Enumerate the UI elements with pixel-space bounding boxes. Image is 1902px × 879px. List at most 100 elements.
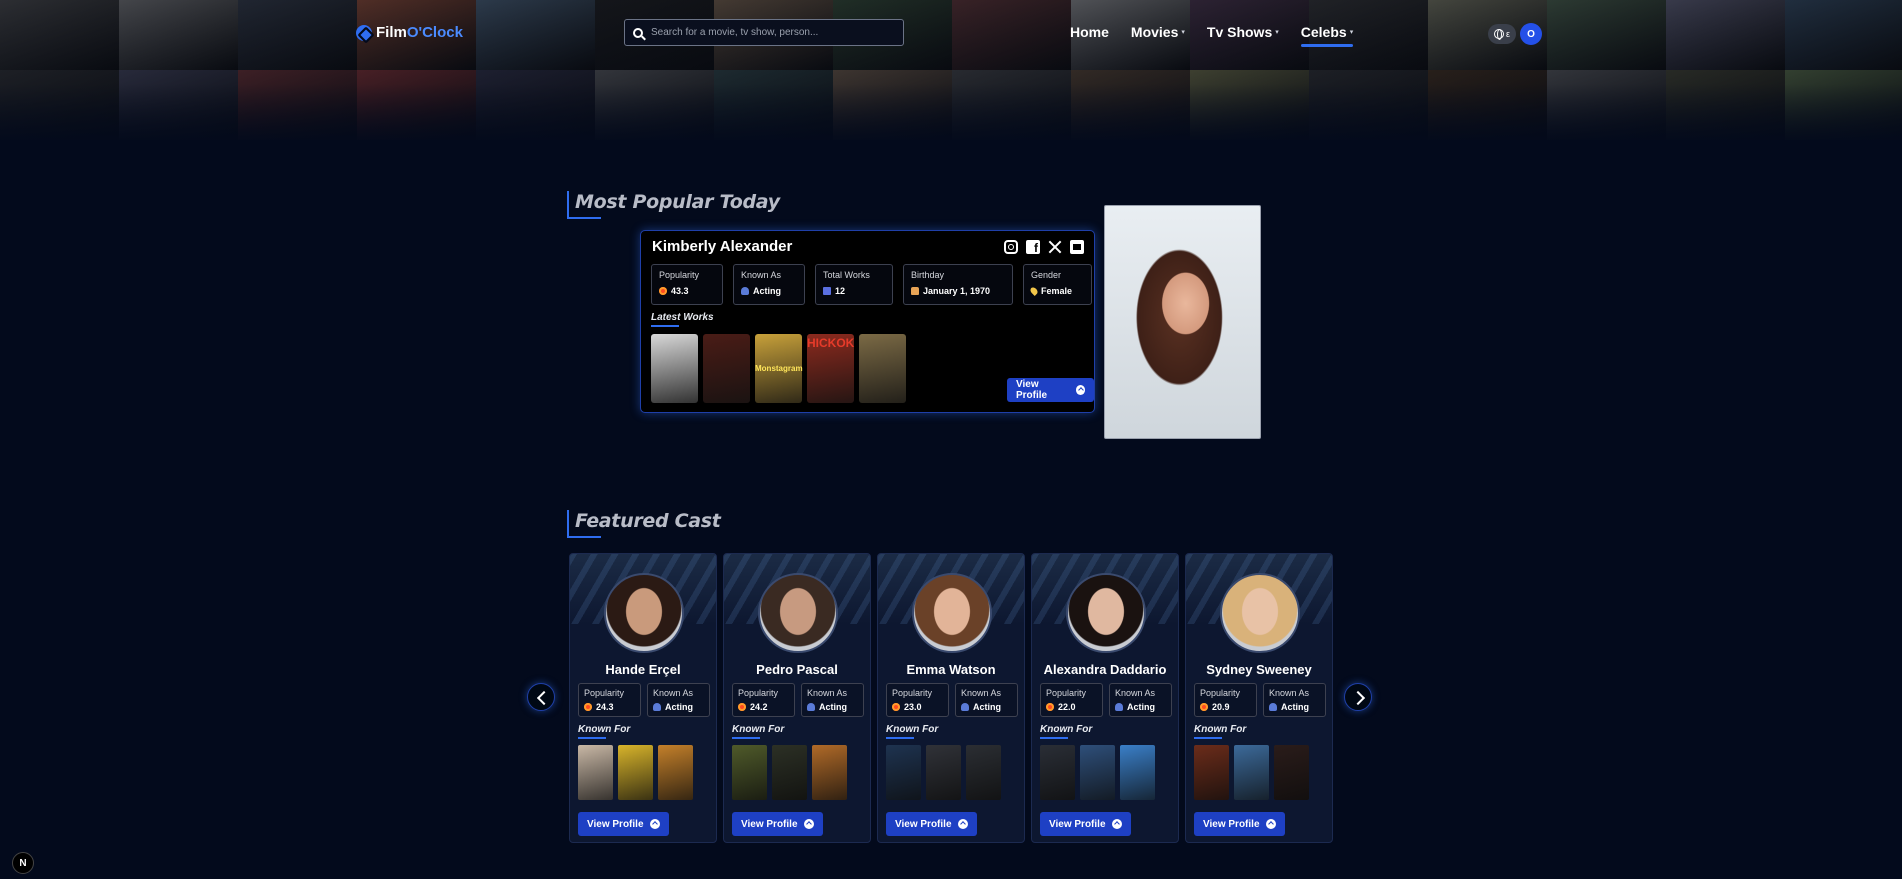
view-profile-button[interactable]: View Profile (732, 812, 823, 836)
stat-known-as: Known As Acting (647, 683, 710, 717)
stat-value: Female (1041, 286, 1073, 296)
x-twitter-icon[interactable] (1048, 240, 1062, 254)
cast-name[interactable]: Sydney Sweeney (1186, 662, 1332, 677)
search-bar[interactable] (624, 19, 904, 46)
view-profile-button[interactable]: View Profile (886, 812, 977, 836)
cast-avatar[interactable] (1220, 573, 1300, 653)
stat-popularity: Popularity 43.3 (651, 264, 723, 305)
facebook-icon[interactable]: f (1026, 240, 1040, 255)
stat-label: Popularity (659, 270, 700, 280)
chevron-down-icon: ▾ (1275, 29, 1279, 36)
carousel-prev-button[interactable] (527, 683, 555, 711)
stat-value-row: Acting (961, 702, 1012, 712)
cast-card: Alexandra Daddario Popularity 22.0 Known As… (1031, 553, 1179, 843)
fire-icon (892, 703, 900, 711)
stat-label: Birthday (911, 270, 945, 280)
cast-name[interactable]: Alexandra Daddario (1032, 662, 1178, 677)
known-for-poster[interactable] (1120, 745, 1155, 800)
latest-work-poster[interactable] (651, 334, 698, 403)
stat-popularity: Popularity 20.9 (1194, 683, 1257, 717)
known-for-poster[interactable] (732, 745, 767, 800)
instagram-icon[interactable] (1004, 240, 1018, 254)
logo-text-secondary: O'Clock (406, 24, 463, 41)
latest-work-poster[interactable] (703, 334, 750, 403)
user-icon (1115, 703, 1123, 711)
carousel-next-button[interactable] (1344, 683, 1372, 711)
known-for-poster[interactable] (1040, 745, 1075, 800)
known-for-poster[interactable] (926, 745, 961, 800)
stat-value-row: January 1, 1970 (911, 286, 1005, 296)
known-for-poster[interactable] (966, 745, 1001, 800)
latest-work-poster[interactable] (859, 334, 906, 403)
stat-label: Known As (807, 688, 848, 698)
known-for-list (886, 745, 1001, 800)
user-icon (807, 703, 815, 711)
logo-icon (356, 24, 372, 41)
known-for-poster[interactable] (1080, 745, 1115, 800)
known-for-poster[interactable] (578, 745, 613, 800)
known-for-list (1040, 745, 1155, 800)
nav-label: Tv Shows (1206, 24, 1273, 40)
nav-item-tv-shows[interactable]: Tv Shows ▾ (1207, 24, 1279, 40)
celeb-stats: Popularity 43.3 Known As Acting Total Works 1… (651, 264, 1092, 305)
cast-name[interactable]: Pedro Pascal (724, 662, 870, 677)
known-for-label: Known For (886, 724, 939, 739)
stat-label: Popularity (584, 688, 625, 698)
arrow-up-icon (1265, 819, 1276, 829)
cast-avatar[interactable] (912, 573, 992, 653)
site-logo[interactable]: Film O'Clock (356, 24, 463, 41)
cast-avatar[interactable] (758, 573, 838, 653)
celeb-name[interactable]: Kimberly Alexander (652, 238, 792, 255)
view-profile-label: View Profile (587, 818, 644, 830)
celeb-portrait[interactable] (1104, 205, 1261, 439)
view-profile-button[interactable]: View Profile (1194, 812, 1285, 836)
main-nav: Home Movies ▾ Tv Shows ▾ Celebs ▾ (1070, 24, 1354, 47)
cast-card: Pedro Pascal Popularity 24.2 Known As Acting… (723, 553, 871, 843)
stat-popularity: Popularity 24.3 (578, 683, 641, 717)
stat-total-works: Total Works 12 (815, 264, 893, 305)
logo-text-primary: Film (376, 24, 407, 41)
cast-stats: Popularity 24.3 Known As Acting (578, 683, 710, 717)
view-profile-button[interactable]: View Profile (578, 812, 669, 836)
cast-avatar[interactable] (1066, 573, 1146, 653)
stat-value: January 1, 1970 (923, 286, 991, 296)
known-for-list (1194, 745, 1309, 800)
known-for-label: Known For (1194, 724, 1247, 739)
cast-name[interactable]: Hande Erçel (570, 662, 716, 677)
view-profile-label: View Profile (1016, 379, 1048, 401)
known-for-poster[interactable] (658, 745, 693, 800)
known-for-label: Known For (732, 724, 785, 739)
known-for-poster[interactable] (812, 745, 847, 800)
cast-name[interactable]: Emma Watson (878, 662, 1024, 677)
dev-indicator-badge[interactable]: N (12, 852, 34, 874)
imdb-icon[interactable] (1070, 240, 1084, 254)
nav-item-celebs[interactable]: Celebs ▾ (1300, 24, 1354, 47)
known-for-poster[interactable] (1194, 745, 1229, 800)
latest-work-poster[interactable]: HICKOK (807, 334, 854, 403)
nav-item-movies[interactable]: Movies ▾ (1131, 24, 1185, 40)
known-for-poster[interactable] (886, 745, 921, 800)
known-for-poster[interactable] (618, 745, 653, 800)
known-for-poster[interactable] (1234, 745, 1269, 800)
fire-icon (584, 703, 592, 711)
user-icon (653, 703, 661, 711)
user-icon (741, 287, 749, 295)
view-profile-button[interactable]: View Profile (1007, 378, 1094, 402)
view-profile-button[interactable]: View Profile (1040, 812, 1131, 836)
latest-work-poster[interactable]: Monstagram (755, 334, 803, 403)
known-for-poster[interactable] (1274, 745, 1309, 800)
stat-value: Acting (973, 702, 1001, 712)
search-input[interactable] (651, 27, 881, 38)
stat-label: Popularity (738, 688, 779, 698)
cast-avatar[interactable] (604, 573, 684, 653)
stat-value: 22.0 (1058, 702, 1076, 712)
stat-value: 24.3 (596, 702, 614, 712)
known-for-list (732, 745, 847, 800)
user-avatar-button[interactable]: O (1520, 23, 1542, 45)
known-for-poster[interactable] (772, 745, 807, 800)
cast-stats: Popularity 23.0 Known As Acting (886, 683, 1018, 717)
language-button[interactable]: ε (1488, 24, 1516, 44)
nav-item-home[interactable]: Home (1070, 24, 1109, 40)
cast-card: Sydney Sweeney Popularity 20.9 Known As Acti… (1185, 553, 1333, 843)
view-profile-label: View Profile (1049, 818, 1106, 830)
